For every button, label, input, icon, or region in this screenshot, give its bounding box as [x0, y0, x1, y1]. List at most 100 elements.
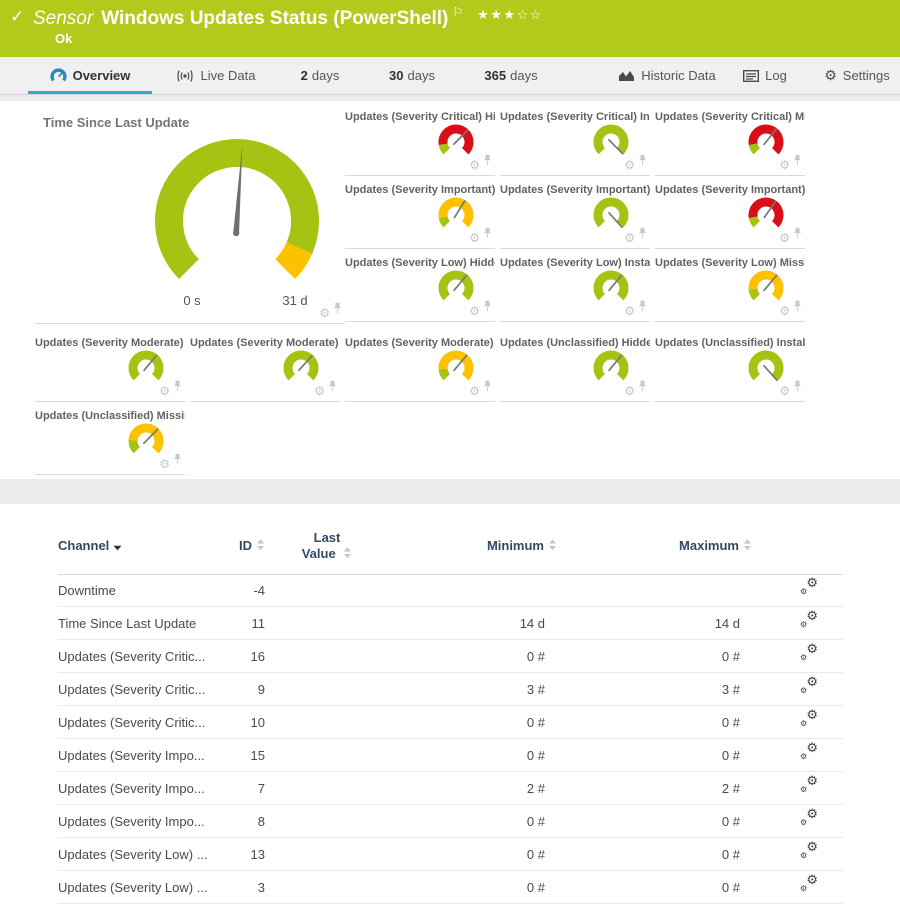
mini-gauge-panel-4[interactable]: Updates (Severity Important) ...⚙: [345, 182, 495, 249]
mini-gauge-panel-9[interactable]: Updates (Severity Low) Missi...⚙: [655, 255, 805, 322]
channel-settings-icon[interactable]: ⚙⚙: [800, 810, 822, 830]
cell-min: 0 #: [365, 847, 545, 862]
channels-card: Channel ID Last Value Minimum Maximum Do…: [0, 504, 900, 905]
tab-historic-data[interactable]: Historic Data: [612, 57, 722, 94]
mini-gauge-panel-14[interactable]: Updates (Unclassified) Install...⚙: [655, 335, 805, 402]
live-icon: [175, 69, 195, 83]
chart-icon: [618, 69, 635, 82]
cell-channel: Updates (Severity Critic...: [58, 715, 205, 730]
pin-icon[interactable]: [638, 153, 647, 171]
table-row: Updates (Severity Critic...100 #0 #⚙⚙: [0, 706, 900, 739]
channel-settings-icon[interactable]: ⚙⚙: [800, 711, 822, 731]
channel-settings-icon[interactable]: ⚙⚙: [800, 612, 822, 632]
channel-settings-icon[interactable]: ⚙⚙: [800, 876, 822, 896]
gear-icon[interactable]: ⚙: [779, 305, 790, 317]
main-gauge-panel[interactable]: Time Since Last Update 0 s 31 d ⚙: [35, 109, 345, 324]
channel-settings-icon[interactable]: ⚙⚙: [800, 843, 822, 863]
pin-icon[interactable]: [173, 452, 182, 470]
pin-icon[interactable]: [173, 379, 182, 397]
sort-icon: [256, 539, 265, 551]
cell-min: 14 d: [365, 616, 545, 631]
tab-log[interactable]: Log: [735, 57, 795, 94]
gear-icon[interactable]: ⚙: [624, 232, 635, 244]
mini-gauge-panel-5[interactable]: Updates (Severity Important) ...⚙: [500, 182, 650, 249]
gear-icon[interactable]: ⚙: [314, 385, 325, 397]
tab-label: Settings: [843, 68, 890, 83]
pin-icon[interactable]: [638, 379, 647, 397]
pin-icon[interactable]: [793, 153, 802, 171]
pin-icon[interactable]: [793, 226, 802, 244]
tab-bar: Overview Live Data 2days 30days 365days Histo…: [0, 57, 900, 95]
cell-id: 11: [200, 616, 265, 631]
cell-id: 13: [200, 847, 265, 862]
tab-label: Overview: [73, 68, 131, 83]
mini-gauge-panel-13[interactable]: Updates (Unclassified) Hidden⚙: [500, 335, 650, 402]
cell-min: 0 #: [365, 715, 545, 730]
table-row: Updates (Severity Impo...150 #0 #⚙⚙: [0, 739, 900, 772]
tab-30-days[interactable]: 30days: [378, 57, 446, 94]
cell-id: 3: [200, 880, 265, 895]
channel-settings-icon[interactable]: ⚙⚙: [800, 645, 822, 665]
channel-settings-icon[interactable]: ⚙⚙: [800, 744, 822, 764]
gear-icon[interactable]: ⚙: [469, 385, 480, 397]
gear-icon[interactable]: ⚙: [624, 305, 635, 317]
column-header-id[interactable]: ID: [200, 538, 265, 553]
gear-icon: ⚙: [824, 69, 837, 83]
mini-gauge-panel-12[interactable]: Updates (Severity Moderate) ...⚙: [345, 335, 495, 402]
pin-icon[interactable]: [638, 226, 647, 244]
gear-icon[interactable]: ⚙: [779, 159, 790, 171]
cell-id: 16: [200, 649, 265, 664]
pin-icon[interactable]: [483, 379, 492, 397]
gear-icon[interactable]: ⚙: [159, 385, 170, 397]
table-row: Updates (Severity Critic...93 #3 #⚙⚙: [0, 673, 900, 706]
gear-icon[interactable]: ⚙: [159, 458, 170, 470]
cell-max: 2 #: [555, 781, 740, 796]
priority-stars[interactable]: ★★★☆☆: [477, 8, 543, 23]
pin-icon[interactable]: [638, 299, 647, 317]
channel-settings-icon[interactable]: ⚙⚙: [800, 678, 822, 698]
pin-icon[interactable]: [483, 153, 492, 171]
tab-label: days: [408, 68, 435, 83]
cell-channel: Updates (Severity Low) ...: [58, 847, 208, 862]
tab-2-days[interactable]: 2days: [288, 57, 352, 94]
tab-live-data[interactable]: Live Data: [165, 57, 265, 94]
pin-icon[interactable]: [483, 299, 492, 317]
sensor-overview-page: ✓ SensorWindows Updates Status (PowerShe…: [0, 0, 900, 905]
mini-gauge-panel-10[interactable]: Updates (Severity Moderate) ...⚙: [35, 335, 185, 402]
mini-gauge-panel-7[interactable]: Updates (Severity Low) Hidden⚙: [345, 255, 495, 322]
tab-overview[interactable]: Overview: [28, 57, 152, 94]
gear-icon[interactable]: ⚙: [624, 159, 635, 171]
cell-max: 0 #: [555, 715, 740, 730]
mini-gauge-panel-11[interactable]: Updates (Severity Moderate) I...⚙: [190, 335, 340, 402]
column-header-channel[interactable]: Channel: [58, 538, 122, 553]
column-header-maximum[interactable]: Maximum: [575, 538, 752, 553]
column-header-last-value[interactable]: Last Value: [298, 530, 356, 562]
tab-365-days[interactable]: 365days: [472, 57, 550, 94]
gear-icon[interactable]: ⚙: [624, 385, 635, 397]
pin-icon[interactable]: [328, 379, 337, 397]
gear-icon[interactable]: ⚙: [779, 232, 790, 244]
mini-gauge-panel-2[interactable]: Updates (Severity Critical) Ins...⚙: [500, 109, 650, 176]
gear-icon[interactable]: ⚙: [469, 159, 480, 171]
channel-settings-icon[interactable]: ⚙⚙: [800, 777, 822, 797]
pin-icon[interactable]: [793, 379, 802, 397]
pin-icon[interactable]: [483, 226, 492, 244]
mini-gauge-panel-3[interactable]: Updates (Severity Critical) Mi...⚙: [655, 109, 805, 176]
cell-max: 0 #: [555, 880, 740, 895]
mini-gauge-panel-6[interactable]: Updates (Severity Important) ...⚙: [655, 182, 805, 249]
mini-gauge-panel-1[interactable]: Updates (Severity Critical) Hi...⚙: [345, 109, 495, 176]
gear-icon[interactable]: ⚙: [779, 385, 790, 397]
gear-icon[interactable]: ⚙: [319, 307, 330, 319]
pin-icon[interactable]: [333, 301, 342, 319]
table-row: Updates (Severity Impo...80 #0 #⚙⚙: [0, 805, 900, 838]
cell-channel: Downtime: [58, 583, 116, 598]
channel-settings-icon[interactable]: ⚙⚙: [800, 579, 822, 599]
gear-icon[interactable]: ⚙: [469, 305, 480, 317]
mini-gauge-panel-8[interactable]: Updates (Severity Low) Install...⚙: [500, 255, 650, 322]
cell-max: 0 #: [555, 847, 740, 862]
mini-gauge-panel-15[interactable]: Updates (Unclassified) Missing⚙: [35, 408, 185, 475]
gear-icon[interactable]: ⚙: [469, 232, 480, 244]
tab-settings[interactable]: ⚙ Settings: [818, 57, 896, 94]
pin-icon[interactable]: [793, 299, 802, 317]
column-header-minimum[interactable]: Minimum: [385, 538, 557, 553]
